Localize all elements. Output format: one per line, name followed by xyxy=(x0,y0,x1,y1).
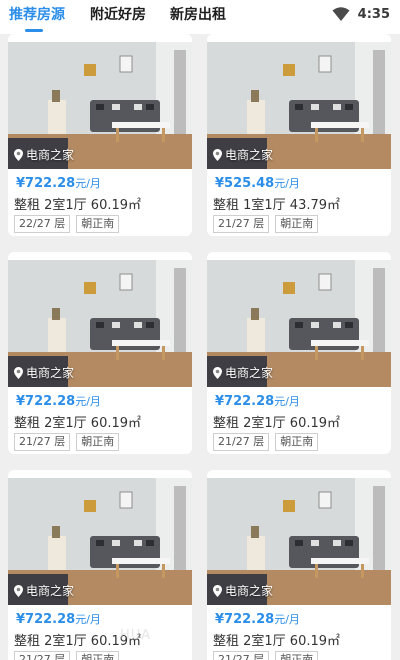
listing-description: 整租 2室1厅 60.19㎡ xyxy=(213,634,341,649)
top-bar: 推荐房源 附近好房 新房出租 4:35 xyxy=(0,0,400,34)
floor-tag: 22/27 层 xyxy=(14,215,71,233)
location-pin-icon xyxy=(14,367,23,379)
listing-photo: 电商之家 xyxy=(207,42,391,169)
listing-price: ¥525.48元/月 xyxy=(215,175,300,191)
floor-tag: 21/27 层 xyxy=(14,651,71,660)
listing-tags: 22/27 层 朝正南 xyxy=(14,215,120,233)
price-unit: 元/月 xyxy=(75,613,101,626)
listing-price: ¥722.28元/月 xyxy=(215,393,300,409)
location-label: 电商之家 xyxy=(213,582,273,599)
listing-card[interactable]: 电商之家 ¥722.28元/月 整租 2室1厅 60.19㎡ 21/27 层 朝… xyxy=(8,252,192,454)
listing-card[interactable]: 电商之家 ¥722.28元/月 整租 2室1厅 60.19㎡ 21/27 层 朝… xyxy=(8,470,192,660)
listing-price: ¥722.28元/月 xyxy=(215,611,300,627)
wifi-icon xyxy=(332,7,350,21)
floor-tag: 21/27 层 xyxy=(213,215,270,233)
price-value: ¥722.28 xyxy=(16,612,76,627)
listing-grid: 电商之家 ¥722.28元/月 整租 2室1厅 60.19㎡ 22/27 层 朝… xyxy=(0,34,400,660)
listing-photo: 电商之家 xyxy=(207,478,391,605)
location-label: 电商之家 xyxy=(213,364,273,381)
listing-card[interactable]: 电商之家 ¥722.28元/月 整租 2室1厅 60.19㎡ 21/27 层 朝… xyxy=(207,252,391,454)
listing-tags: 21/27 层 朝正南 xyxy=(213,651,319,660)
listing-card[interactable]: 电商之家 ¥722.28元/月 整租 2室1厅 60.19㎡ 22/27 层 朝… xyxy=(8,34,192,236)
listing-description: 整租 2室1厅 60.19㎡ xyxy=(213,416,341,431)
orientation-tag: 朝正南 xyxy=(275,215,319,233)
location-pin-icon xyxy=(14,149,23,161)
orientation-tag: 朝正南 xyxy=(76,215,120,233)
orientation-tag: 朝正南 xyxy=(76,433,120,451)
location-label: 电商之家 xyxy=(14,364,74,381)
location-name: 电商之家 xyxy=(225,584,274,598)
listing-price: ¥722.28元/月 xyxy=(16,175,101,191)
price-value: ¥722.28 xyxy=(215,612,275,627)
location-label: 电商之家 xyxy=(14,146,74,163)
location-pin-icon xyxy=(213,149,222,161)
listing-photo: 电商之家 xyxy=(207,260,391,387)
active-tab-indicator xyxy=(25,29,43,32)
listing-tags: 21/27 层 朝正南 xyxy=(213,215,319,233)
watermark: HUA xyxy=(120,628,152,643)
price-unit: 元/月 xyxy=(274,177,300,190)
listing-card[interactable]: 电商之家 ¥722.28元/月 整租 2室1厅 60.19㎡ 21/27 层 朝… xyxy=(207,470,391,660)
listing-price: ¥722.28元/月 xyxy=(16,393,101,409)
orientation-tag: 朝正南 xyxy=(76,651,120,660)
orientation-tag: 朝正南 xyxy=(275,433,319,451)
listing-price: ¥722.28元/月 xyxy=(16,611,101,627)
location-name: 电商之家 xyxy=(225,148,274,162)
price-value: ¥722.28 xyxy=(16,394,76,409)
listing-photo: 电商之家 xyxy=(8,478,192,605)
tab-recommended[interactable]: 推荐房源 xyxy=(9,4,65,26)
location-name: 电商之家 xyxy=(26,148,75,162)
listing-description: 整租 2室1厅 60.19㎡ xyxy=(14,416,142,431)
location-label: 电商之家 xyxy=(14,582,74,599)
floor-tag: 21/27 层 xyxy=(14,433,71,451)
listing-tags: 21/27 层 朝正南 xyxy=(14,651,120,660)
listing-description: 整租 1室1厅 43.79㎡ xyxy=(213,198,341,213)
price-value: ¥722.28 xyxy=(16,176,76,191)
listing-photo: 电商之家 xyxy=(8,42,192,169)
price-unit: 元/月 xyxy=(274,395,300,408)
listing-tags: 21/27 层 朝正南 xyxy=(213,433,319,451)
price-value: ¥525.48 xyxy=(215,176,275,191)
floor-tag: 21/27 层 xyxy=(213,651,270,660)
listing-description: 整租 2室1厅 60.19㎡ xyxy=(14,198,142,213)
price-unit: 元/月 xyxy=(75,395,101,408)
status-bar: 4:35 xyxy=(332,4,390,24)
floor-tag: 21/27 层 xyxy=(213,433,270,451)
listing-tags: 21/27 层 朝正南 xyxy=(14,433,120,451)
location-name: 电商之家 xyxy=(26,584,75,598)
price-value: ¥722.28 xyxy=(215,394,275,409)
listing-card[interactable]: 电商之家 ¥525.48元/月 整租 1室1厅 43.79㎡ 21/27 层 朝… xyxy=(207,34,391,236)
price-unit: 元/月 xyxy=(75,177,101,190)
status-time: 4:35 xyxy=(357,6,390,22)
price-unit: 元/月 xyxy=(274,613,300,626)
location-pin-icon xyxy=(14,585,23,597)
tab-nearby[interactable]: 附近好房 xyxy=(90,4,146,26)
location-name: 电商之家 xyxy=(225,366,274,380)
orientation-tag: 朝正南 xyxy=(275,651,319,660)
location-pin-icon xyxy=(213,367,222,379)
tab-new-rentals[interactable]: 新房出租 xyxy=(170,4,226,26)
listing-photo: 电商之家 xyxy=(8,260,192,387)
location-pin-icon xyxy=(213,585,222,597)
location-name: 电商之家 xyxy=(26,366,75,380)
location-label: 电商之家 xyxy=(213,146,273,163)
